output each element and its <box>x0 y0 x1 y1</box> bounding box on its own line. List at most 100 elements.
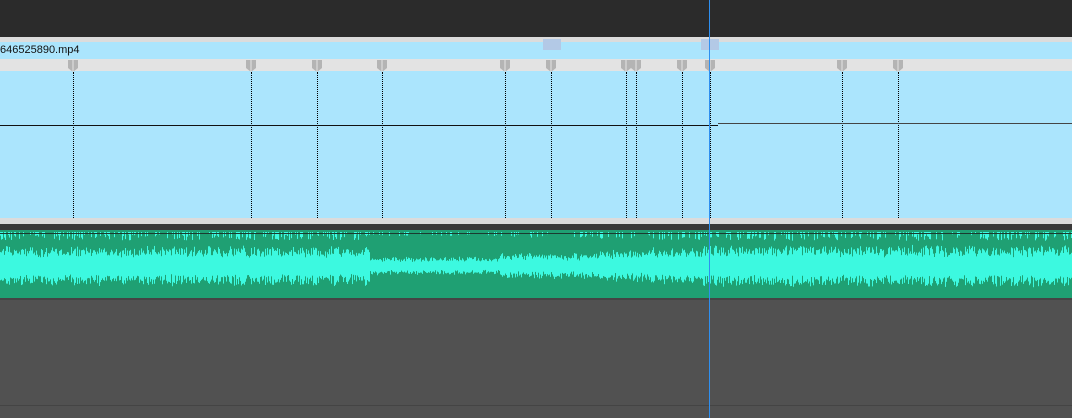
waveform-sample <box>65 254 66 276</box>
waveform-sample <box>1056 253 1057 279</box>
marker-icon[interactable] <box>68 59 78 72</box>
waveform-sample <box>441 259 442 271</box>
waveform-sample <box>811 252 812 278</box>
marker-icon[interactable] <box>246 59 256 72</box>
waveform-sample <box>446 260 447 274</box>
waveform-sample <box>30 247 31 284</box>
marker-icon[interactable] <box>705 59 715 72</box>
waveform-sample <box>727 255 728 277</box>
audio-clip[interactable] <box>0 230 1072 298</box>
waveform-sample <box>345 252 346 277</box>
waveform-sample <box>219 248 220 282</box>
waveform-sample <box>179 248 180 281</box>
waveform-sample <box>532 258 533 272</box>
waveform-sample <box>421 261 422 273</box>
audio-volume-line[interactable] <box>0 233 1072 234</box>
marker-icon[interactable] <box>677 59 687 72</box>
waveform-sample <box>26 256 27 276</box>
waveform-sample <box>228 253 229 277</box>
marker-icon[interactable] <box>500 59 510 72</box>
waveform-sample <box>1062 247 1063 284</box>
waveform-sample <box>798 247 799 283</box>
waveform-sample <box>768 249 769 281</box>
clip-fade-handle[interactable] <box>701 39 719 50</box>
waveform-sample <box>980 250 981 285</box>
marker-icon[interactable] <box>312 59 322 72</box>
waveform-sample <box>668 232 669 237</box>
waveform-sample <box>872 247 873 287</box>
waveform-sample <box>638 257 639 277</box>
waveform-sample <box>496 258 497 271</box>
waveform-sample <box>1006 253 1007 277</box>
waveform-sample <box>218 232 219 238</box>
waveform-sample <box>1021 232 1022 237</box>
waveform-sample <box>861 250 862 282</box>
waveform-sample <box>910 251 911 279</box>
waveform-sample <box>329 249 330 281</box>
waveform-sample <box>880 232 881 238</box>
waveform-sample <box>281 232 282 238</box>
waveform-sample <box>836 253 837 279</box>
waveform-sample <box>360 253 361 278</box>
marker-icon[interactable] <box>631 59 641 72</box>
waveform-sample <box>199 250 200 284</box>
waveform-sample <box>353 254 354 275</box>
waveform-sample <box>893 250 894 284</box>
waveform-sample <box>406 256 407 273</box>
waveform-sample <box>933 253 934 279</box>
waveform-sample <box>599 255 600 278</box>
waveform-sample <box>681 252 682 281</box>
waveform-sample <box>756 248 757 284</box>
video-clip[interactable]: 646525890.mp4 <box>0 39 1072 220</box>
waveform-sample <box>958 251 959 283</box>
waveform-sample <box>76 255 77 278</box>
waveform-sample <box>140 254 141 280</box>
volume-envelope-line[interactable] <box>0 125 718 126</box>
waveform-sample <box>631 257 632 276</box>
waveform-sample <box>201 250 202 280</box>
waveform-sample <box>349 253 350 280</box>
volume-envelope-line[interactable] <box>718 123 1072 124</box>
waveform-sample <box>884 257 885 278</box>
playhead[interactable] <box>709 0 710 418</box>
waveform-sample <box>736 248 737 286</box>
waveform-sample <box>18 253 19 281</box>
waveform-sample <box>1058 255 1059 279</box>
waveform-sample <box>988 254 989 278</box>
waveform-sample <box>914 232 915 238</box>
marker-icon[interactable] <box>837 59 847 72</box>
waveform-sample <box>552 255 553 275</box>
waveform-sample <box>682 248 683 283</box>
waveform-sample <box>304 252 305 281</box>
waveform-sample <box>70 255 71 275</box>
waveform-sample <box>824 251 825 282</box>
waveform-sample <box>1000 248 1001 286</box>
waveform-sample <box>133 257 134 277</box>
waveform-sample <box>182 248 183 283</box>
waveform-sample <box>418 259 419 273</box>
waveform-sample <box>356 252 357 282</box>
marker-icon[interactable] <box>621 59 631 72</box>
waveform-sample <box>528 256 529 275</box>
waveform-sample <box>639 254 640 279</box>
waveform-sample <box>44 232 45 238</box>
waveform-sample <box>631 232 632 239</box>
waveform-sample <box>319 256 320 277</box>
waveform-sample <box>514 232 515 237</box>
waveform-sample <box>1064 246 1065 287</box>
waveform-sample <box>500 255 501 275</box>
waveform-sample <box>808 248 809 284</box>
waveform-sample <box>412 261 413 273</box>
marker-icon[interactable] <box>546 59 556 72</box>
clip-fade-handle[interactable] <box>543 39 561 50</box>
waveform-sample <box>604 255 605 277</box>
waveform-sample <box>548 255 549 276</box>
waveform-sample <box>728 249 729 284</box>
waveform-sample <box>926 245 927 285</box>
marker-icon[interactable] <box>893 59 903 72</box>
waveform-sample <box>450 260 451 275</box>
marker-icon[interactable] <box>377 59 387 72</box>
waveform-sample <box>473 259 474 274</box>
waveform-sample <box>890 254 891 276</box>
waveform-sample <box>762 248 763 286</box>
